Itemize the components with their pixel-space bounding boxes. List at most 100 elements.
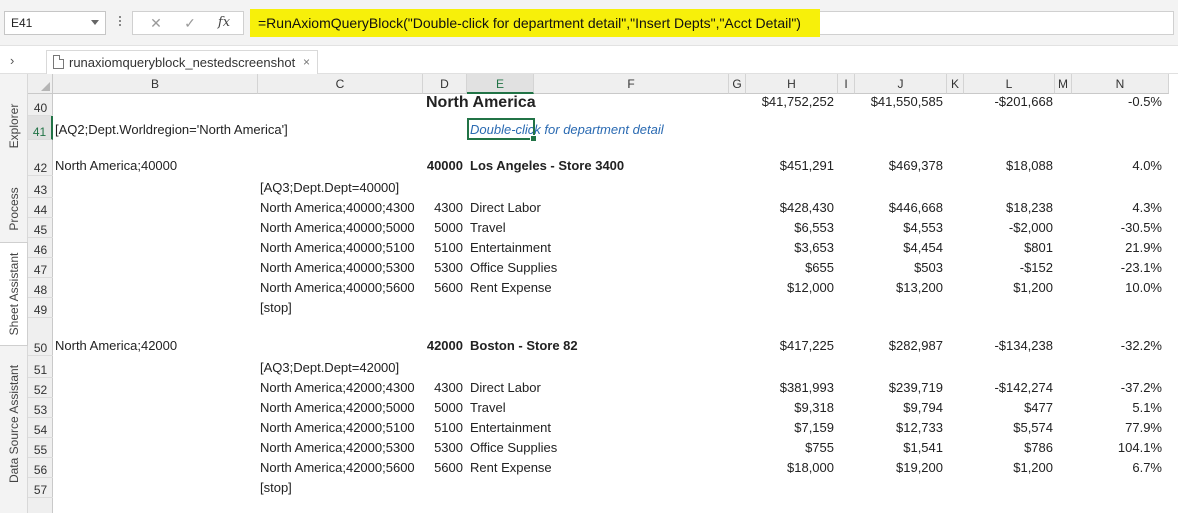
cell-n[interactable]: -0.5% <box>1072 94 1162 109</box>
row-header[interactable]: 46 <box>28 238 53 258</box>
cell-l[interactable]: $801 <box>964 240 1053 255</box>
close-icon[interactable]: × <box>303 55 310 69</box>
cell-f[interactable]: Office Supplies <box>470 260 730 275</box>
formula-input[interactable]: =RunAxiomQueryBlock("Double-click for de… <box>250 9 820 37</box>
cell-f[interactable]: Los Angeles - Store 3400 <box>470 158 730 173</box>
cell-h[interactable]: $381,993 <box>746 380 834 395</box>
cell-j[interactable]: $239,719 <box>855 380 943 395</box>
cell-c[interactable]: [stop] <box>260 300 420 315</box>
cell-l[interactable]: $786 <box>964 440 1053 455</box>
cell-n[interactable]: 77.9% <box>1072 420 1162 435</box>
cell-f[interactable]: Travel <box>470 220 730 235</box>
cell-f[interactable]: Travel <box>470 400 730 415</box>
document-tab[interactable]: runaxiomqueryblock_nestedscreenshot × <box>46 50 318 74</box>
cell-n[interactable]: 21.9% <box>1072 240 1162 255</box>
cell-h[interactable]: $6,553 <box>746 220 834 235</box>
column-header-g[interactable]: G <box>729 74 746 94</box>
row-header[interactable]: 49 <box>28 298 53 318</box>
cell-n[interactable]: -30.5% <box>1072 220 1162 235</box>
cell-c[interactable]: North America;42000;5300 <box>260 440 420 455</box>
cell-n[interactable]: 4.3% <box>1072 200 1162 215</box>
cell-c[interactable]: North America;42000;4300 <box>260 380 420 395</box>
column-header-m[interactable]: M <box>1055 74 1072 94</box>
cell-d[interactable]: 5300 <box>423 440 463 455</box>
column-header-f[interactable]: F <box>534 74 729 94</box>
cell-d[interactable]: 40000 <box>423 158 463 173</box>
row-header[interactable]: 51 <box>28 356 53 378</box>
cell-c[interactable]: North America;42000;5000 <box>260 400 420 415</box>
row-header[interactable]: 56 <box>28 458 53 478</box>
cell-n[interactable]: -37.2% <box>1072 380 1162 395</box>
cell-c[interactable]: [AQ3;Dept.Dept=42000] <box>260 360 420 375</box>
cancel-icon[interactable]: ✕ <box>141 13 171 33</box>
cell-h[interactable]: $41,752,252 <box>746 94 834 109</box>
cell-f[interactable]: Entertainment <box>470 420 730 435</box>
cell-l[interactable]: $477 <box>964 400 1053 415</box>
cell-l[interactable]: $5,574 <box>964 420 1053 435</box>
cell-l[interactable]: $1,200 <box>964 460 1053 475</box>
row-header[interactable]: 43 <box>28 176 53 198</box>
cell-j[interactable]: $503 <box>855 260 943 275</box>
select-all-button[interactable] <box>28 74 53 94</box>
cell-j[interactable]: $4,553 <box>855 220 943 235</box>
cell-j[interactable]: $1,541 <box>855 440 943 455</box>
cell-j[interactable]: $446,668 <box>855 200 943 215</box>
cell-c[interactable]: North America;40000;5000 <box>260 220 420 235</box>
column-header-b[interactable]: B <box>53 74 258 94</box>
cell-l[interactable]: $18,088 <box>964 158 1053 173</box>
cell-f[interactable]: Boston - Store 82 <box>470 338 730 353</box>
cell-d[interactable]: 5000 <box>423 220 463 235</box>
cell-j[interactable]: $41,550,585 <box>855 94 943 109</box>
cell-c[interactable]: [stop] <box>260 480 420 495</box>
cell-f[interactable]: Rent Expense <box>470 460 730 475</box>
cell-f[interactable]: North America <box>426 94 546 112</box>
cell-f[interactable]: Entertainment <box>470 240 730 255</box>
cell-n[interactable]: -32.2% <box>1072 338 1162 353</box>
row-header[interactable]: 48 <box>28 278 53 298</box>
formula-input-extension[interactable] <box>820 11 1174 35</box>
cell-d[interactable]: 5600 <box>423 460 463 475</box>
cell-j[interactable]: $19,200 <box>855 460 943 475</box>
cell-l[interactable]: -$142,274 <box>964 380 1053 395</box>
cell-n[interactable]: 10.0% <box>1072 280 1162 295</box>
cell-h[interactable]: $12,000 <box>746 280 834 295</box>
column-header-j[interactable]: J <box>855 74 947 94</box>
cell-j[interactable]: $12,733 <box>855 420 943 435</box>
cell-j[interactable]: $469,378 <box>855 158 943 173</box>
cell-d[interactable]: 42000 <box>423 338 463 353</box>
tab-data-source-assistant[interactable]: Data Source Assistant <box>0 354 28 494</box>
cell-n[interactable]: 4.0% <box>1072 158 1162 173</box>
cell-j[interactable]: $9,794 <box>855 400 943 415</box>
row-header[interactable]: 41 <box>28 116 53 140</box>
cell-f[interactable]: Direct Labor <box>470 200 730 215</box>
cell-h[interactable]: $451,291 <box>746 158 834 173</box>
cell-l[interactable]: -$152 <box>964 260 1053 275</box>
cell-d[interactable]: 5600 <box>423 280 463 295</box>
cell-c[interactable]: North America;42000;5600 <box>260 460 420 475</box>
cell-c[interactable]: North America;40000;5600 <box>260 280 420 295</box>
cell-h[interactable]: $655 <box>746 260 834 275</box>
row-header[interactable]: 50 <box>28 318 53 356</box>
column-header-h[interactable]: H <box>746 74 838 94</box>
tab-explorer[interactable]: Explorer <box>0 74 28 178</box>
tab-sheet-assistant[interactable]: Sheet Assistant <box>0 242 28 346</box>
column-header-k[interactable]: K <box>947 74 964 94</box>
enter-icon[interactable]: ✓ <box>175 13 205 33</box>
cell-d[interactable]: 5000 <box>423 400 463 415</box>
column-header-n[interactable]: N <box>1072 74 1169 94</box>
cell-h[interactable]: $9,318 <box>746 400 834 415</box>
cell-h[interactable]: $3,653 <box>746 240 834 255</box>
row-header[interactable]: 55 <box>28 438 53 458</box>
cell-b[interactable]: North America;40000 <box>55 158 255 173</box>
cell-l[interactable]: $18,238 <box>964 200 1053 215</box>
cell-n[interactable]: 5.1% <box>1072 400 1162 415</box>
cell-l[interactable]: -$201,668 <box>964 94 1053 109</box>
cell-h[interactable]: $7,159 <box>746 420 834 435</box>
tab-process[interactable]: Process <box>0 178 28 240</box>
row-header[interactable]: 54 <box>28 418 53 438</box>
cell-c[interactable]: North America;40000;5300 <box>260 260 420 275</box>
cell-d[interactable]: 5100 <box>423 420 463 435</box>
cell-d[interactable]: 4300 <box>423 200 463 215</box>
cell-d[interactable]: 5300 <box>423 260 463 275</box>
cell-b[interactable]: [AQ2;Dept.Worldregion='North America'] <box>55 122 288 137</box>
